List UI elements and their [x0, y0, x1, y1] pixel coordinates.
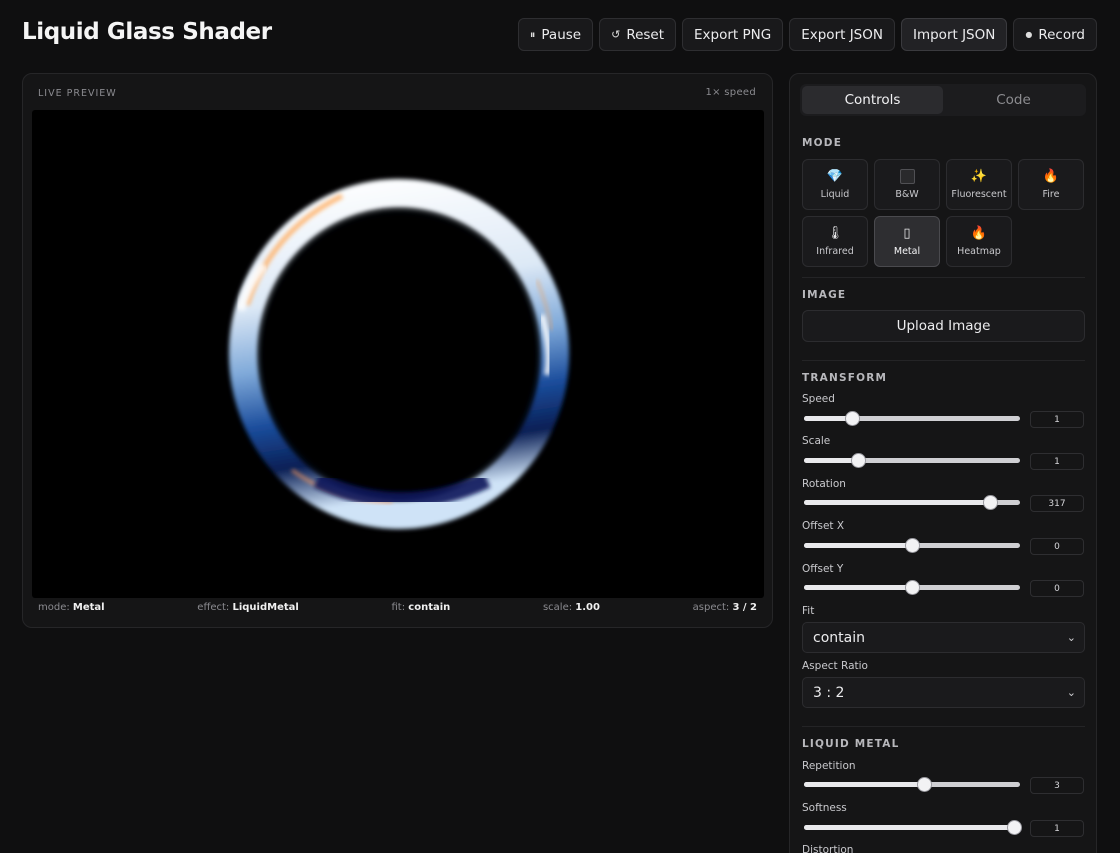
speed-slider[interactable]	[804, 411, 1020, 427]
sparkles-icon: ✨	[970, 169, 988, 184]
liquid-metal-ring	[229, 179, 569, 529]
offset-x-slider-thumb[interactable]	[906, 539, 919, 552]
chevron-down-icon: ⌄	[1066, 686, 1076, 699]
controls-panel: Controls Code MODE 💎 Liquid B&W ✨ Fluore…	[789, 73, 1097, 853]
speed-input[interactable]: 1	[1030, 411, 1084, 428]
speed-indicator: 1× speed	[705, 87, 756, 98]
fire-icon: 🔥	[1042, 169, 1060, 184]
section-image-title: IMAGE	[802, 289, 847, 301]
preview-stats: mode: Metal effect: LiquidMetal fit: con…	[38, 602, 757, 613]
mode-liquid-button[interactable]: 💎 Liquid	[802, 159, 868, 210]
shader-canvas[interactable]	[32, 110, 764, 598]
offset-y-slider[interactable]	[804, 580, 1020, 596]
upload-image-button[interactable]: Upload Image	[802, 310, 1085, 342]
speed-slider-thumb[interactable]	[845, 412, 859, 425]
divider	[802, 726, 1085, 727]
rectangle-icon: ▯	[903, 226, 911, 241]
aspect-ratio-label: Aspect Ratio	[802, 660, 868, 672]
toolbar: ⏸ Pause ↺ Reset Export PNG Export JSON I…	[517, 18, 1097, 51]
softness-label: Softness	[802, 802, 847, 814]
rotation-slider-thumb[interactable]	[983, 496, 997, 509]
repetition-label: Repetition	[802, 760, 856, 772]
reset-icon: ↺	[611, 28, 621, 41]
fit-select[interactable]: contain ⌄	[802, 622, 1085, 653]
mode-infrared-button[interactable]: 🌡 Infrared	[802, 216, 868, 267]
mode-heatmap-button[interactable]: 🔥 Heatmap	[946, 216, 1012, 267]
fire-icon: 🔥	[970, 226, 988, 241]
distortion-label: Distortion	[802, 844, 854, 853]
aspect-ratio-select[interactable]: 3 : 2 ⌄	[802, 677, 1085, 708]
speed-label: Speed	[802, 393, 835, 405]
square-icon	[899, 169, 915, 185]
repetition-slider-thumb[interactable]	[917, 778, 931, 791]
mode-fluorescent-button[interactable]: ✨ Fluorescent	[946, 159, 1012, 210]
chevron-down-icon: ⌄	[1066, 631, 1076, 644]
export-png-button[interactable]: Export PNG	[682, 18, 784, 51]
divider	[802, 360, 1085, 361]
section-transform-title: TRANSFORM	[802, 372, 888, 384]
offset-y-input[interactable]: 0	[1030, 580, 1084, 597]
mode-bw-button[interactable]: B&W	[874, 159, 940, 210]
scale-slider[interactable]	[804, 453, 1020, 469]
stat-scale: scale: 1.00	[542, 602, 600, 613]
offset-y-label: Offset Y	[802, 563, 844, 575]
tab-controls[interactable]: Controls	[802, 86, 943, 114]
scale-slider-thumb[interactable]	[852, 454, 865, 467]
gem-icon: 💎	[826, 169, 844, 184]
softness-input[interactable]: 1	[1030, 820, 1084, 837]
mode-fire-button[interactable]: 🔥 Fire	[1018, 159, 1084, 210]
repetition-slider[interactable]	[804, 777, 1020, 793]
offset-x-slider[interactable]	[804, 538, 1020, 554]
repetition-input[interactable]: 3	[1030, 777, 1084, 794]
rotation-input[interactable]: 317	[1030, 495, 1084, 512]
fit-label: Fit	[802, 605, 815, 617]
record-dot-icon: ●	[1025, 30, 1033, 39]
offset-y-slider-thumb[interactable]	[906, 581, 919, 594]
export-json-button[interactable]: Export JSON	[789, 18, 895, 51]
softness-slider[interactable]	[804, 820, 1021, 836]
stat-aspect: aspect: 3 / 2	[692, 602, 757, 613]
scale-input[interactable]: 1	[1030, 453, 1084, 470]
pause-label: Pause	[541, 26, 582, 43]
stat-mode: mode: Metal	[38, 602, 105, 613]
record-label: Record	[1038, 26, 1085, 43]
stat-fit: fit: contain	[391, 602, 451, 613]
rotation-label: Rotation	[802, 478, 846, 490]
softness-slider-thumb[interactable]	[1007, 821, 1021, 834]
record-button[interactable]: ● Record	[1013, 18, 1097, 51]
section-mode-title: MODE	[802, 137, 843, 149]
aspect-ratio-value: 3 : 2	[813, 684, 845, 701]
reset-button[interactable]: ↺ Reset	[599, 18, 677, 51]
offset-x-input[interactable]: 0	[1030, 538, 1084, 555]
section-liquid-metal-title: LIQUID METAL	[802, 738, 900, 750]
rotation-slider[interactable]	[804, 495, 1020, 511]
stat-effect: effect: LiquidMetal	[197, 602, 299, 613]
scale-label: Scale	[802, 435, 831, 447]
pause-button[interactable]: ⏸ Pause	[517, 18, 594, 51]
divider	[802, 277, 1085, 278]
offset-x-label: Offset X	[802, 520, 845, 532]
reset-label: Reset	[626, 26, 665, 43]
fit-select-value: contain	[813, 629, 865, 646]
import-json-button[interactable]: Import JSON	[900, 18, 1008, 51]
live-preview-card: LIVE PREVIEW 1× speed mode: Metal effect…	[22, 73, 773, 628]
live-preview-label: LIVE PREVIEW	[38, 88, 117, 99]
pause-icon: ⏸	[529, 27, 536, 41]
mode-metal-button[interactable]: ▯ Metal	[874, 216, 940, 267]
thermometer-icon: 🌡	[826, 226, 844, 241]
tab-code[interactable]: Code	[943, 86, 1084, 114]
panel-tabs: Controls Code	[800, 84, 1086, 116]
app-title: Liquid Glass Shader	[22, 19, 272, 45]
